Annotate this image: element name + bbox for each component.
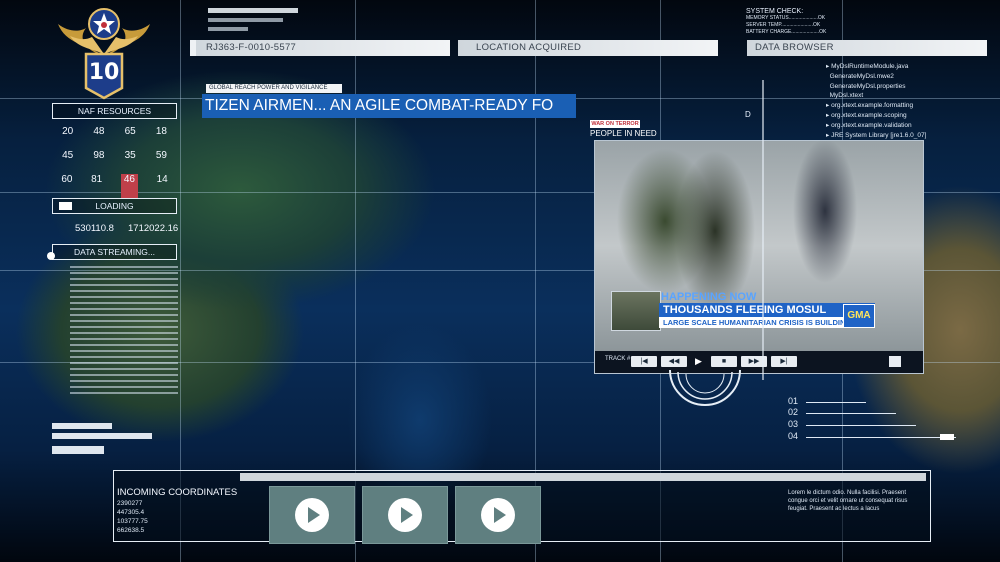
file-item[interactable]: ▸ JRE System Library [jre1.6.0_07] [826, 131, 986, 141]
file-item[interactable]: ▸ MyDslRuntimeModule.java [826, 62, 986, 72]
naf-resources-grid: 20 48 65 18 45 98 35 59 60 81 46 14 [52, 126, 177, 198]
news-ticker: TIZEN AIRMEN... AN AGILE COMBAT-READY FO [202, 94, 576, 118]
header-dash [208, 8, 298, 13]
happening-now-label: HAPPENING NOW [661, 291, 757, 303]
news-video-panel: HAPPENING NOW THOUSANDS FLEEING MOSUL LA… [594, 140, 924, 374]
skip-forward-button[interactable]: ▶| [771, 356, 797, 367]
track-label: TRACK # [605, 356, 631, 362]
radar-rings [669, 369, 741, 406]
resource-value: 20 [62, 126, 74, 137]
emblem-number: 10 [88, 60, 120, 85]
readout-right: 1712022.16 [128, 223, 179, 234]
network-logo: GMA [843, 304, 875, 328]
row-number: 02 [788, 407, 799, 417]
play-button-2[interactable] [362, 486, 448, 544]
id-code-text: RJ363-F-0010-5577 [206, 42, 297, 53]
location-bar: LOCATION ACQUIRED [458, 40, 718, 56]
status-bar [52, 446, 104, 454]
readout-left: 530110.8 [75, 223, 114, 234]
row-marker [940, 434, 954, 440]
streaming-text-block [70, 266, 178, 396]
incoming-coordinates-label: INCOMING COORDINATES [117, 487, 238, 498]
file-item[interactable]: MyDsl.xtext [826, 91, 986, 101]
play-button-3[interactable] [455, 486, 541, 544]
data-browser-bar[interactable]: DATA BROWSER [747, 40, 987, 56]
air-force-emblem: 10 [56, 4, 152, 100]
resource-value: 60 [61, 174, 73, 185]
file-item[interactable]: GenerateMyDsl.properties [826, 82, 986, 92]
fullscreen-button[interactable] [889, 356, 901, 367]
file-item[interactable]: ▸ org.xtext.example.formatting [826, 101, 986, 111]
coordinate-value: 447305.4 [117, 509, 145, 516]
data-streaming-label: DATA STREAMING... [52, 244, 177, 260]
file-item[interactable]: GenerateMyDsl.mwe2 [826, 72, 986, 82]
play-button-1[interactable] [269, 486, 355, 544]
resource-value: 14 [156, 174, 168, 185]
data-browser-text: DATA BROWSER [755, 42, 834, 53]
row-number: 01 [788, 396, 799, 406]
resource-value: 59 [155, 150, 167, 161]
file-item[interactable]: ▸ org.xtext.example.validation [826, 121, 986, 131]
id-code-bar: RJ363-F-0010-5577 [190, 40, 450, 56]
loading-fill [59, 202, 72, 210]
resource-value: 35 [124, 150, 136, 161]
row-line [806, 425, 916, 426]
location-text: LOCATION ACQUIRED [476, 42, 582, 53]
coordinates-list: 2390277 447305.4 103777.75 662638.5 [117, 499, 148, 535]
row-line [806, 402, 866, 403]
skip-back-button[interactable]: |◀ [631, 356, 657, 367]
coordinate-value: 103777.75 [117, 518, 148, 525]
header-dash [208, 18, 283, 22]
row-line [806, 437, 956, 438]
bottom-header-bar [240, 473, 926, 481]
lorem-text: Lorem le dictum odio. Nulla facilisi. Pr… [788, 490, 908, 512]
resource-value: 81 [91, 174, 103, 185]
system-check-panel: SYSTEM CHECK: MEMORY STATUS.............… [746, 8, 866, 36]
coordinate-value: 2390277 [117, 500, 143, 507]
naf-resources-label: NAF RESOURCES [52, 103, 177, 119]
resource-value: 98 [93, 150, 105, 161]
marker-d: D [745, 110, 751, 119]
coordinate-value: 662638.5 [117, 527, 145, 534]
war-on-terror-tag: WAR ON TERROR [590, 120, 640, 128]
row-number: 03 [788, 419, 799, 429]
play-icon [295, 498, 329, 532]
row-number: 04 [788, 431, 799, 441]
resource-value: 48 [93, 126, 105, 137]
resource-value: 18 [155, 126, 167, 137]
play-icon [388, 498, 422, 532]
system-check-title: SYSTEM CHECK: [746, 8, 804, 15]
play-icon [481, 498, 515, 532]
media-controls: TRACK # |◀ ◀◀ ▶ ■ ▶▶ ▶| [595, 351, 923, 373]
system-check-line: SERVER TEMP.......................OK [746, 22, 821, 28]
status-bar [52, 433, 152, 439]
ticker-tag: GLOBAL REACH POWER AND VIGILANCE [206, 84, 342, 93]
resource-value: 45 [62, 150, 74, 161]
system-check-line: BATTERY CHARGE....................OK [746, 29, 827, 35]
news-thumbnail [611, 291, 661, 331]
file-browser-list: ▸ MyDslRuntimeModule.java GenerateMyDsl.… [826, 62, 986, 140]
loading-label: LOADING [95, 201, 134, 211]
streaming-dot [47, 252, 55, 260]
loading-bar: LOADING [52, 198, 177, 214]
people-in-need-title: PEOPLE IN NEED [590, 129, 657, 138]
system-check-line: MEMORY STATUS.....................OK [746, 15, 826, 21]
file-item[interactable]: ▸ org.xtext.example.scoping [826, 111, 986, 121]
scale-bar [762, 80, 764, 380]
resource-value: 65 [124, 126, 136, 137]
row-line [806, 413, 896, 414]
header-dash [208, 27, 248, 31]
resource-value-highlighted: 46 [120, 174, 138, 198]
status-bar [52, 423, 112, 429]
